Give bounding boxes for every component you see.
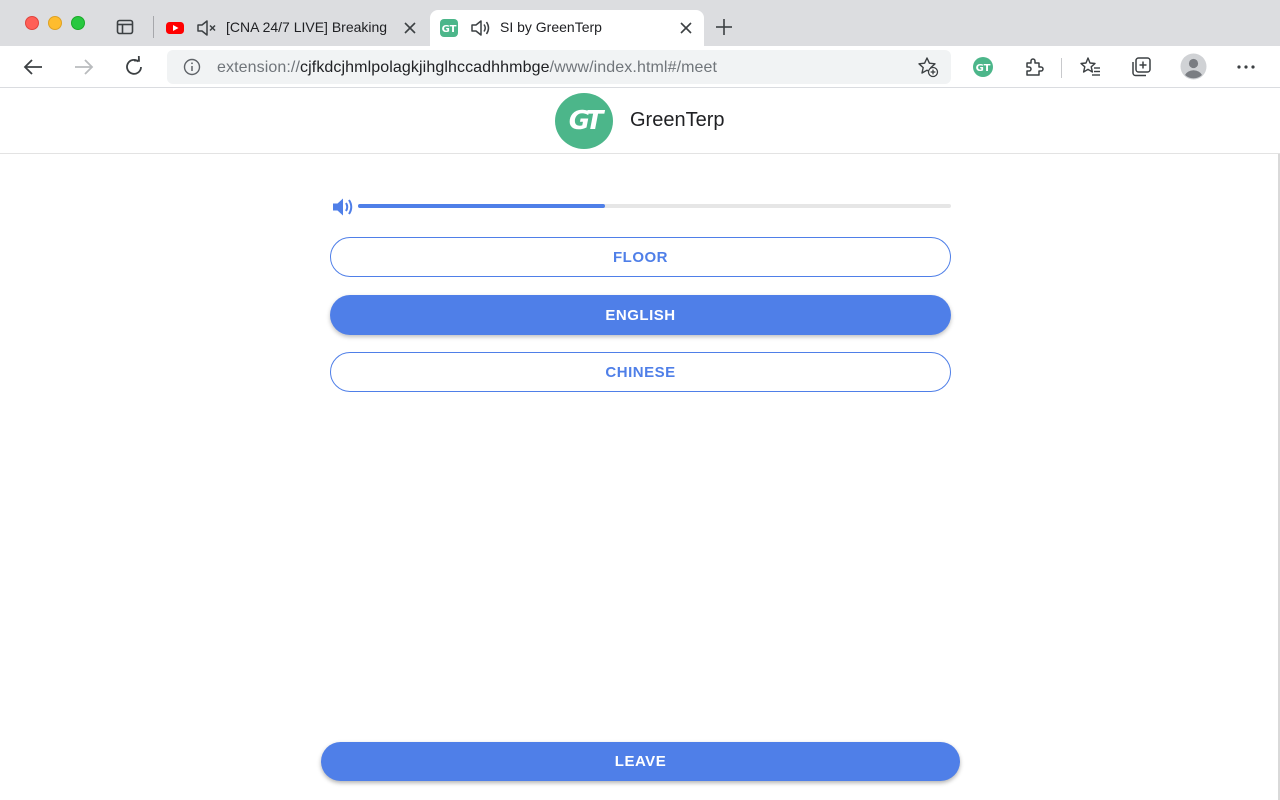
tab-strip: [CNA 24/7 LIVE] Breaking GT SI by GreenT… [0, 0, 1280, 46]
greenterp-logo: GT [555, 93, 613, 149]
close-tab-icon[interactable] [403, 21, 417, 35]
logo-text: GT [568, 106, 604, 136]
minimize-window-button[interactable] [48, 16, 62, 30]
extensions-icon[interactable] [1023, 56, 1045, 78]
close-tab-icon[interactable] [679, 21, 693, 35]
url-scheme: extension:// [217, 59, 301, 76]
back-icon[interactable] [22, 56, 44, 78]
volume-icon[interactable] [332, 196, 356, 218]
tab-title: [CNA 24/7 LIVE] Breaking [226, 19, 388, 35]
brand-name: GreenTerp [630, 109, 725, 131]
youtube-icon [166, 22, 184, 34]
close-window-button[interactable] [25, 16, 39, 30]
favorite-add-icon[interactable] [917, 56, 939, 78]
url-host: cjfkdcjhmlpolagkjihglhccadhhmbge [300, 59, 550, 76]
volume-slider[interactable] [358, 204, 951, 208]
maximize-window-button[interactable] [71, 16, 85, 30]
tab-actions-icon[interactable] [116, 18, 134, 36]
svg-text:GT: GT [976, 63, 991, 74]
channel-floor-button[interactable]: FLOOR [330, 237, 951, 277]
browser-toolbar: extension://cjfkdcjhmlpolagkjihglhccadhh… [0, 46, 1280, 88]
tab-si-greenterp[interactable]: GT SI by GreenTerp [430, 10, 704, 46]
speaker-icon[interactable] [470, 18, 492, 38]
info-icon[interactable] [183, 58, 201, 76]
muted-speaker-icon[interactable] [196, 18, 218, 38]
reload-icon[interactable] [123, 56, 145, 78]
tab-cna-live[interactable]: [CNA 24/7 LIVE] Breaking [160, 10, 426, 46]
leave-button[interactable]: LEAVE [321, 742, 960, 781]
volume-slider-fill [358, 204, 605, 208]
url-path: /www/index.html#/meet [549, 59, 718, 76]
channel-english-button[interactable]: ENGLISH [330, 295, 951, 335]
app-header: GT GreenTerp [0, 88, 1280, 154]
more-icon[interactable] [1235, 56, 1257, 78]
toolbar-separator [1061, 58, 1062, 78]
tab-separator [153, 16, 154, 38]
tab-title: SI by GreenTerp [500, 19, 602, 35]
greenterp-icon: GT [440, 19, 458, 37]
new-tab-icon[interactable] [715, 18, 733, 36]
channel-chinese-button[interactable]: CHINESE [330, 352, 951, 392]
profile-icon[interactable] [1180, 53, 1207, 80]
favorites-icon[interactable] [1079, 56, 1101, 78]
forward-icon[interactable] [73, 56, 95, 78]
collections-icon[interactable] [1130, 56, 1152, 78]
greenterp-extension-icon[interactable]: GT [972, 56, 994, 78]
address-url[interactable]: extension://cjfkdcjhmlpolagkjihglhccadhh… [217, 59, 717, 77]
address-bar[interactable]: extension://cjfkdcjhmlpolagkjihglhccadhh… [167, 50, 951, 84]
svg-text:GT: GT [442, 24, 457, 35]
